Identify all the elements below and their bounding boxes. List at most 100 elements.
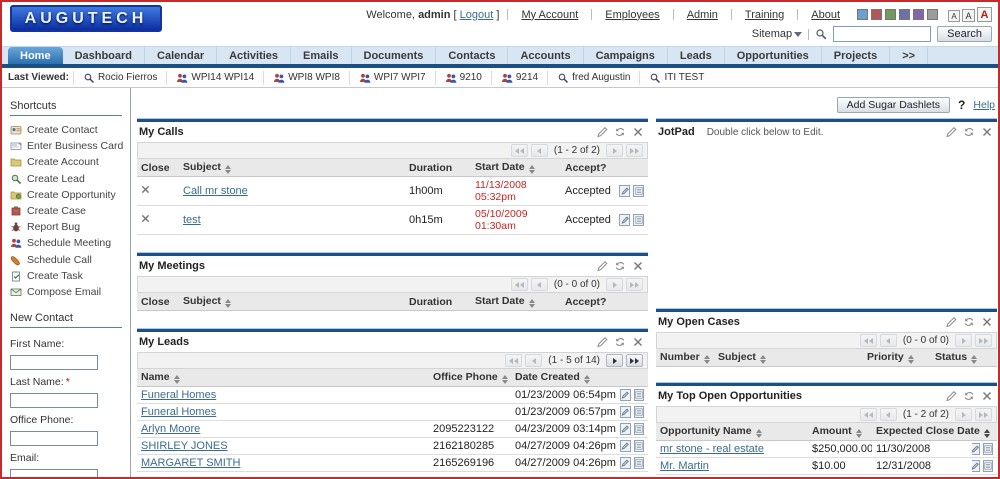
preview-icon[interactable] <box>633 389 644 401</box>
office-phone-field[interactable] <box>10 430 98 446</box>
last-viewed-item[interactable]: fred Augustin <box>547 70 639 85</box>
first-name-field[interactable] <box>10 354 98 370</box>
lead-name-link[interactable]: Funeral Homes <box>141 406 216 418</box>
refresh-dashlet-icon[interactable] <box>963 316 975 328</box>
preview-icon[interactable] <box>633 185 644 198</box>
column-header-opportunity-name[interactable]: Opportunity Name <box>656 423 808 441</box>
edit-dashlet-icon[interactable] <box>945 390 957 402</box>
refresh-dashlet-icon[interactable] <box>963 390 975 402</box>
search-input[interactable] <box>833 26 932 42</box>
last-viewed-item[interactable]: Rocio Fierros <box>72 70 166 85</box>
refresh-dashlet-icon[interactable] <box>963 126 975 138</box>
about-link[interactable]: About <box>811 9 840 21</box>
theme-swatch-blue[interactable] <box>857 9 868 20</box>
page-next-button[interactable] <box>606 354 623 367</box>
tab-opportunities[interactable]: Opportunities <box>725 47 822 64</box>
last-viewed-item[interactable]: WPI8 WPI8 <box>263 70 349 85</box>
inline-edit-icon[interactable] <box>620 440 631 452</box>
admin-link[interactable]: Admin <box>687 9 718 21</box>
preview-icon[interactable] <box>633 440 644 452</box>
close-dashlet-icon[interactable] <box>981 316 993 328</box>
tab-more[interactable]: >> <box>890 47 929 64</box>
call-subject-link[interactable]: test <box>183 214 201 226</box>
shortcut-report-bug[interactable]: Report Bug <box>2 219 130 235</box>
close-dashlet-icon[interactable] <box>981 390 993 402</box>
refresh-dashlet-icon[interactable] <box>614 260 626 272</box>
last-viewed-item[interactable]: 9210 <box>434 70 491 85</box>
close-dashlet-icon[interactable] <box>981 126 993 138</box>
column-header-name[interactable]: Name <box>137 369 429 387</box>
column-header-priority[interactable]: Priority <box>863 349 931 367</box>
preview-icon[interactable] <box>633 423 644 435</box>
page-last-button[interactable] <box>626 354 643 367</box>
edit-dashlet-icon[interactable] <box>945 316 957 328</box>
inline-edit-icon[interactable] <box>619 185 630 198</box>
shortcut-enter-business-card[interactable]: Enter Business Card <box>2 138 130 154</box>
inline-edit-icon[interactable] <box>620 423 631 435</box>
tab-projects[interactable]: Projects <box>822 47 891 64</box>
search-icon[interactable] <box>815 28 827 40</box>
column-header-subject[interactable]: Subject <box>714 349 863 367</box>
close-dashlet-icon[interactable] <box>632 260 644 272</box>
inline-edit-icon[interactable] <box>972 460 980 472</box>
edit-dashlet-icon[interactable] <box>596 260 608 272</box>
shortcut-create-task[interactable]: Create Task <box>2 268 130 284</box>
opportunity-name-link[interactable]: Mr. Martin <box>660 460 709 472</box>
opportunity-name-link[interactable]: mr stone - real estate <box>660 443 764 455</box>
preview-icon[interactable] <box>633 406 644 418</box>
lead-name-link[interactable]: SHIRLEY JONES <box>141 440 228 452</box>
email-field[interactable] <box>10 468 98 479</box>
column-header-subject[interactable]: Subject <box>179 293 405 311</box>
theme-swatch-red[interactable] <box>871 9 882 20</box>
column-header-office-phone[interactable]: Office Phone <box>429 369 511 387</box>
tab-campaigns[interactable]: Campaigns <box>584 47 668 64</box>
my-account-link[interactable]: My Account <box>521 9 578 21</box>
close-call-icon[interactable] <box>141 185 150 194</box>
close-dashlet-icon[interactable] <box>632 336 644 348</box>
search-button[interactable]: Search <box>937 26 992 42</box>
column-header-date-created[interactable]: Date Created <box>511 369 616 387</box>
shortcut-schedule-meeting[interactable]: Schedule Meeting <box>2 235 130 251</box>
tab-calendar[interactable]: Calendar <box>145 47 218 64</box>
tab-leads[interactable]: Leads <box>668 47 725 64</box>
inline-edit-icon[interactable] <box>619 214 630 227</box>
tab-dashboard[interactable]: Dashboard <box>63 47 146 64</box>
close-call-icon[interactable] <box>141 214 150 223</box>
last-viewed-item[interactable]: 9214 <box>490 70 547 85</box>
last-viewed-item[interactable]: WPI7 WPI7 <box>348 70 435 85</box>
shortcut-schedule-call[interactable]: Schedule Call <box>2 252 130 268</box>
shortcut-create-lead[interactable]: Create Lead <box>2 171 130 187</box>
tab-home[interactable]: Home <box>8 47 63 64</box>
sitemap-dropdown[interactable]: Sitemap <box>752 28 803 40</box>
shortcut-create-case[interactable]: Create Case <box>2 203 130 219</box>
shortcut-create-opportunity[interactable]: Create Opportunity <box>2 187 130 203</box>
lead-name-link[interactable]: MARGARET SMITH <box>141 457 240 469</box>
font-size-large-button[interactable]: A <box>977 7 992 22</box>
refresh-dashlet-icon[interactable] <box>614 126 626 138</box>
close-dashlet-icon[interactable] <box>632 126 644 138</box>
column-header-number[interactable]: Number <box>656 349 714 367</box>
shortcut-create-account[interactable]: Create Account <box>2 154 130 170</box>
inline-edit-icon[interactable] <box>620 457 631 469</box>
preview-icon[interactable] <box>633 457 644 469</box>
lead-name-link[interactable]: Funeral Homes <box>141 389 216 401</box>
last-viewed-item[interactable]: WPI14 WPI14 <box>166 70 263 85</box>
refresh-dashlet-icon[interactable] <box>614 336 626 348</box>
edit-dashlet-icon[interactable] <box>945 126 957 138</box>
edit-dashlet-icon[interactable] <box>596 126 608 138</box>
column-header-status[interactable]: Status <box>931 349 997 367</box>
tab-documents[interactable]: Documents <box>352 47 437 64</box>
help-link[interactable]: Help <box>973 99 995 111</box>
theme-swatch-gray[interactable] <box>927 9 938 20</box>
tab-activities[interactable]: Activities <box>217 47 292 64</box>
jotpad-editor-area[interactable] <box>656 142 997 290</box>
last-name-field[interactable] <box>10 392 98 408</box>
column-header-start-date[interactable]: Start Date <box>471 159 561 177</box>
column-header-expected-close-date[interactable]: Expected Close Date <box>872 423 990 441</box>
logout-link[interactable]: Logout <box>460 9 494 21</box>
employees-link[interactable]: Employees <box>605 9 659 21</box>
tab-emails[interactable]: Emails <box>291 47 352 64</box>
call-subject-link[interactable]: Call mr stone <box>183 185 248 197</box>
column-header-start-date[interactable]: Start Date <box>471 293 561 311</box>
shortcut-create-contact[interactable]: Create Contact <box>2 122 130 138</box>
